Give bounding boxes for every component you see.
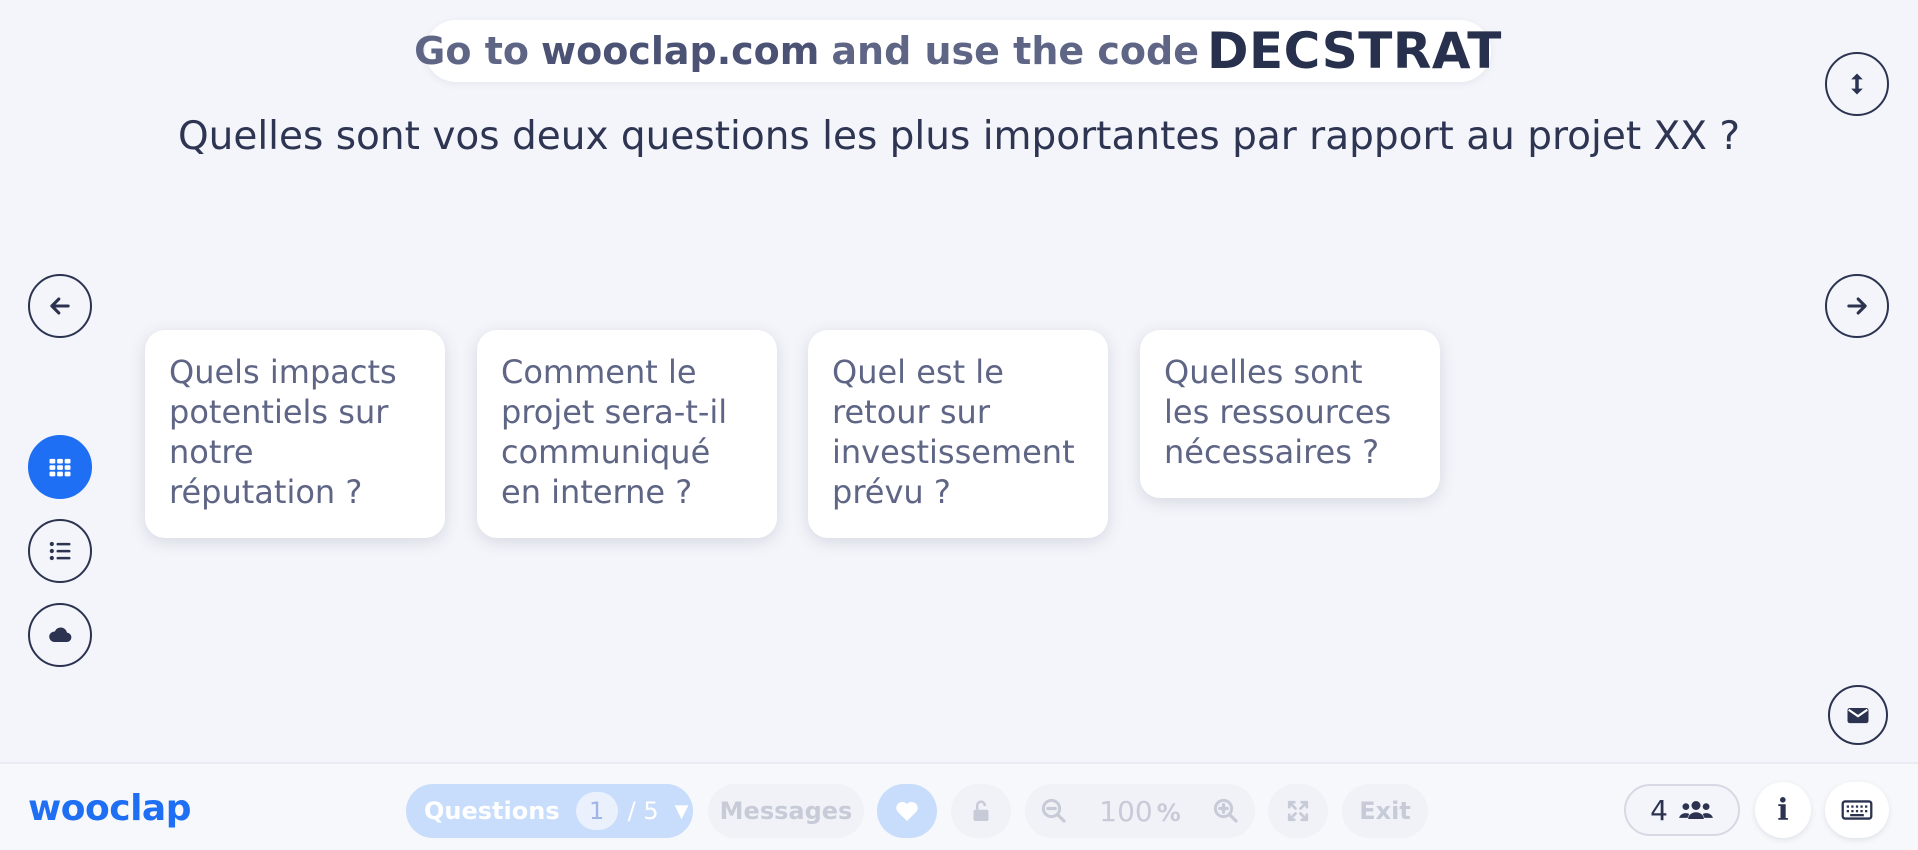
participants-counter[interactable]: 4 — [1624, 784, 1740, 836]
wooclap-logo: wooclap — [28, 788, 191, 829]
answer-text: Comment le projet sera-t-il communiqué e… — [501, 353, 728, 511]
questions-label: Questions — [424, 797, 560, 825]
messages-label: Messages — [719, 797, 853, 825]
send-message-button[interactable] — [1828, 685, 1888, 745]
envelope-icon — [1847, 708, 1869, 724]
like-button[interactable] — [877, 784, 937, 838]
exit-button[interactable]: Exit — [1342, 784, 1428, 838]
arrow-left-icon — [50, 297, 70, 315]
answer-card: Quel est le retour sur investissement pr… — [808, 330, 1108, 538]
answer-text: Quel est le retour sur investissement pr… — [832, 353, 1075, 511]
keyboard-shortcuts-button[interactable] — [1825, 782, 1889, 838]
cloud-icon — [49, 627, 72, 643]
chevron-down-icon: ▼ — [674, 800, 689, 822]
info-button[interactable]: i — [1755, 782, 1811, 838]
answer-card: Comment le projet sera-t-il communiqué e… — [477, 330, 777, 538]
bottom-toolbar: wooclap Questions 1 / 5 ▼ Messages 100% — [0, 762, 1918, 850]
grid-icon — [49, 458, 71, 477]
join-url: wooclap.com — [540, 29, 820, 73]
grid-view-button[interactable] — [28, 435, 92, 499]
zoom-unit: % — [1156, 798, 1181, 827]
answer-card: Quels impacts potentiels sur notre réput… — [145, 330, 445, 538]
questions-navigator[interactable]: Questions 1 / 5 ▼ — [406, 784, 693, 838]
join-prefix: Go to — [414, 29, 529, 73]
zoom-out-icon[interactable] — [1039, 796, 1069, 826]
event-code: DECSTRAT — [1207, 22, 1502, 80]
word-cloud-view-button[interactable] — [28, 603, 92, 667]
keyboard-icon — [1841, 800, 1873, 820]
previous-question-button[interactable] — [28, 274, 92, 338]
current-question-number: 1 — [575, 792, 618, 830]
users-icon — [1679, 801, 1713, 819]
next-question-button[interactable] — [1825, 274, 1889, 338]
list-view-button[interactable] — [28, 519, 92, 583]
list-icon — [49, 541, 71, 561]
join-banner: Go to wooclap.com and use the code DECST… — [414, 20, 1501, 82]
zoom-value: 100 — [1099, 794, 1153, 828]
exit-label: Exit — [1359, 797, 1411, 825]
zoom-level: 100% — [1099, 795, 1181, 828]
total-questions: / 5 — [627, 797, 659, 825]
answer-card: Quelles sont les ressources nécessaires … — [1140, 330, 1440, 498]
question-title: Quelles sont vos deux questions les plus… — [177, 114, 1741, 159]
info-icon: i — [1777, 792, 1789, 828]
answer-text: Quels impacts potentiels sur notre réput… — [169, 353, 397, 511]
messages-button[interactable]: Messages — [708, 784, 864, 838]
arrow-right-icon — [1847, 297, 1867, 315]
heart-icon — [896, 801, 918, 821]
participants-count: 4 — [1650, 793, 1668, 827]
answer-text: Quelles sont les ressources nécessaires … — [1164, 353, 1392, 471]
zoom-controls: 100% — [1025, 784, 1255, 838]
unlock-icon — [973, 800, 989, 821]
join-middle: and use the code — [831, 29, 1199, 73]
fullscreen-icon — [1287, 800, 1309, 822]
zoom-in-icon[interactable] — [1211, 796, 1241, 826]
expand-vertical-button[interactable] — [1825, 52, 1889, 116]
lock-button[interactable] — [951, 784, 1011, 838]
fullscreen-button[interactable] — [1268, 784, 1328, 838]
vertical-arrows-icon — [1851, 73, 1863, 95]
